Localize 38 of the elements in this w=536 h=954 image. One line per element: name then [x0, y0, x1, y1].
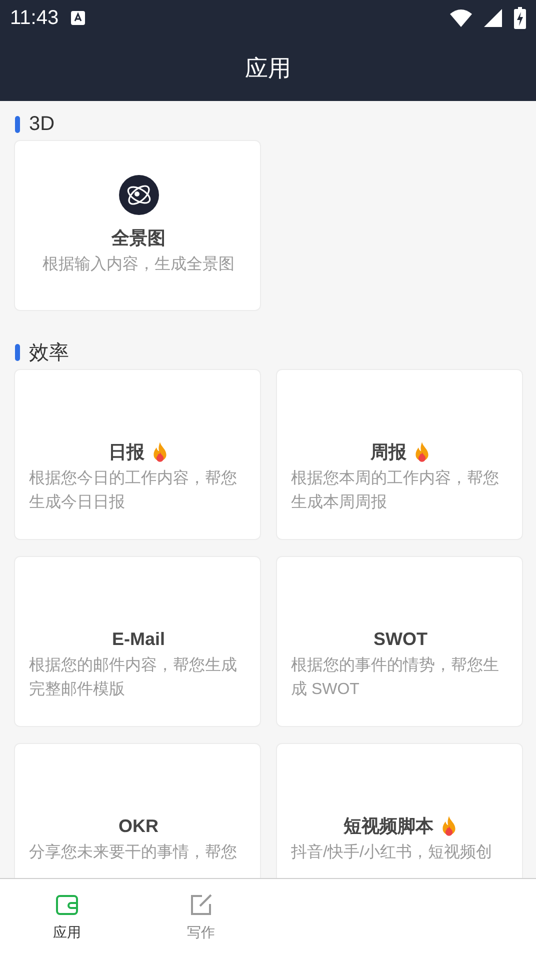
app-card[interactable]: 短视频脚本 抖音/快手/小红书，短视频创	[276, 743, 523, 878]
app-card[interactable]: E-Mail 根据您的邮件内容，帮您生成完整邮件模版	[14, 556, 261, 727]
app-card[interactable]: 日报 根据您今日的工作内容，帮您生成今日日报	[14, 369, 261, 540]
app-card[interactable]: OKR 分享您未来要干的事情，帮您	[14, 743, 261, 878]
flame-icon	[440, 815, 458, 837]
atom-icon	[118, 174, 158, 214]
card-description: 根据您今日的工作内容，帮您生成今日日报	[29, 468, 238, 513]
card-description: 根据您的事件的情势，帮您生成 SWOT	[291, 656, 500, 700]
wifi-icon	[450, 9, 472, 27]
card-description: 分享您未来要干的事情，帮您	[29, 842, 238, 863]
card-title: 周报	[370, 441, 406, 464]
keyboard-notification-icon	[70, 10, 85, 26]
section-title: 3D	[29, 113, 55, 136]
card-title: E-Mail	[112, 628, 165, 650]
page-title: 应用	[245, 54, 291, 83]
card-title: SWOT	[374, 628, 428, 650]
section-marker	[15, 344, 20, 360]
flame-icon	[412, 441, 430, 463]
app-card[interactable]: 周报 根据您本周的工作内容，帮您生成本周周报	[276, 369, 523, 540]
card-description: 根据您的邮件内容，帮您生成完整邮件模版	[29, 656, 238, 700]
app-card[interactable]: 全景图 根据输入内容，生成全景图	[14, 140, 261, 311]
card-description: 根据输入内容，生成全景图	[42, 254, 236, 274]
section-title: 效率	[29, 340, 69, 366]
battery-icon	[514, 7, 526, 29]
card-description: 根据您本周的工作内容，帮您生成本周周报	[291, 468, 500, 513]
nav-tab[interactable]: 写作	[134, 879, 268, 954]
section-marker	[15, 116, 20, 133]
card-title: 日报	[108, 441, 144, 464]
card-title: 短视频脚本	[344, 815, 434, 838]
card-description: 抖音/快手/小红书，短视频创	[291, 842, 493, 863]
flame-icon	[150, 441, 168, 463]
card-title: OKR	[118, 816, 158, 836]
edit-icon	[188, 892, 214, 918]
status-time: 11:43	[10, 6, 59, 30]
app-card[interactable]: SWOT 根据您的事件的情势，帮您生成 SWOT	[276, 556, 523, 727]
signal-icon	[484, 9, 502, 27]
nav-tab[interactable]: 应用	[0, 879, 134, 954]
card-title: 全景图	[112, 226, 166, 250]
